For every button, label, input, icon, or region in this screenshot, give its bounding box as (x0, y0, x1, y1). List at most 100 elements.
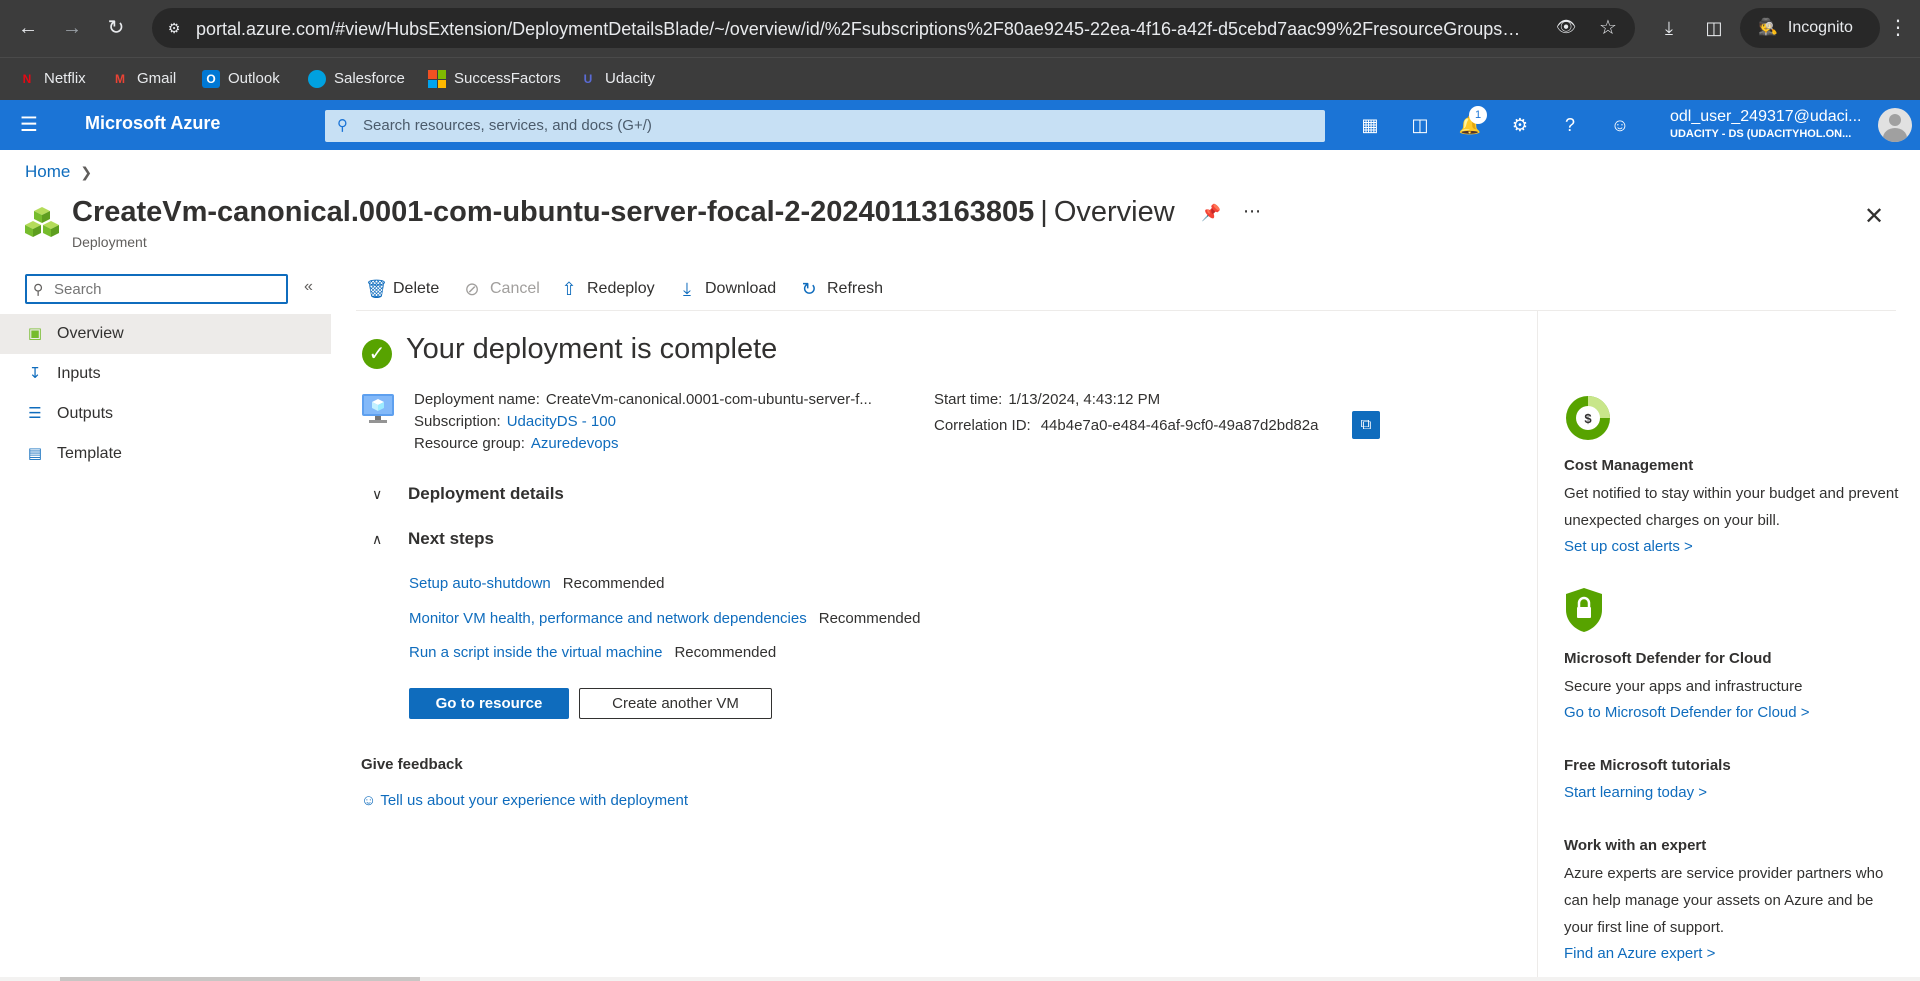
reload-icon[interactable]: ↻ (102, 14, 130, 42)
url-text[interactable]: portal.azure.com/#view/HubsExtension/Dep… (196, 19, 1526, 40)
hamburger-menu-icon[interactable]: ☰ (20, 113, 44, 137)
download-icon: ⤓ (683, 278, 691, 299)
redeploy-button[interactable]: ⇧ Redeploy (559, 278, 654, 300)
bookmark-gmail[interactable]: M Gmail (111, 67, 176, 91)
deployment-cubes-icon (25, 207, 59, 237)
start-time-row: Start time: 1/13/2024, 4:43:12 PM (934, 391, 1161, 408)
subscription-link[interactable]: UdacityDS - 100 (507, 413, 616, 430)
upload-icon: ⇧ (561, 278, 577, 299)
resource-group-link[interactable]: Azuredevops (531, 435, 619, 452)
feedback-icon[interactable]: ☺ (1608, 113, 1632, 137)
sidebar-item-inputs[interactable]: ↧ Inputs (0, 354, 331, 394)
azure-brand[interactable]: Microsoft Azure (85, 113, 220, 134)
cost-management-card: Cost Management Get notified to stay wit… (1564, 457, 1904, 555)
settings-gear-icon[interactable]: ⚙ (1508, 113, 1532, 137)
monitor-vm-health-link[interactable]: Monitor VM health, performance and netwo… (409, 610, 807, 627)
close-icon[interactable]: ✕ (1864, 202, 1884, 231)
deployment-status-title: Your deployment is complete (406, 333, 778, 365)
feedback-link[interactable]: ☺ Tell us about your experience with dep… (361, 792, 688, 809)
go-to-resource-button[interactable]: Go to resource (409, 688, 569, 719)
bookmark-udacity[interactable]: U Udacity (579, 67, 655, 91)
sidebar-item-template[interactable]: ▤ Template (0, 434, 331, 474)
defender-card: Microsoft Defender for Cloud Secure your… (1564, 650, 1904, 721)
search-icon: ⚲ (33, 281, 44, 297)
find-azure-expert-link[interactable]: Find an Azure expert > (1564, 945, 1904, 962)
run-script-link[interactable]: Run a script inside the virtual machine (409, 644, 662, 661)
next-steps-toggle[interactable]: ∧ Next steps (372, 529, 494, 549)
resource-menu-search[interactable]: ⚲ (25, 274, 288, 304)
copy-icon[interactable]: ⧉ (1352, 411, 1380, 439)
subscription-row: Subscription: UdacityDS - 100 (414, 413, 616, 430)
start-learning-link[interactable]: Start learning today > (1564, 784, 1904, 801)
forward-icon[interactable]: → (58, 14, 86, 42)
deployment-details-toggle[interactable]: ∨ Deployment details (372, 484, 564, 504)
browser-menu-icon[interactable]: ⋮ (1888, 14, 1908, 42)
horizontal-scrollbar[interactable] (0, 977, 1920, 981)
refresh-icon: ↻ (801, 278, 817, 299)
delete-button[interactable]: 🗑 Delete (365, 278, 439, 300)
back-icon[interactable]: ← (14, 14, 42, 42)
breadcrumb-home-link[interactable]: Home (25, 162, 70, 182)
bookmark-netflix[interactable]: N Netflix (18, 67, 86, 91)
avatar[interactable] (1878, 108, 1912, 142)
go-to-defender-link[interactable]: Go to Microsoft Defender for Cloud > (1564, 704, 1904, 721)
page-subtitle: Deployment (72, 234, 147, 250)
set-up-cost-alerts-link[interactable]: Set up cost alerts > (1564, 538, 1904, 555)
correlation-id-row: Correlation ID: 44b4e7a0-e484-46af-9cf0-4… (934, 417, 1319, 434)
account-tenant: UDACITY - DS (UDACITYHOL.ON... (1670, 128, 1852, 140)
azure-top-bar: ☰ Microsoft Azure ⚲ Search resources, se… (0, 100, 1920, 150)
resource-menu-search-input[interactable] (54, 279, 279, 299)
bookmark-salesforce[interactable]: Salesforce (308, 67, 405, 91)
feedback-person-icon: ☺ (361, 792, 377, 809)
bookmark-outlook[interactable]: O Outlook (202, 67, 280, 91)
bookmark-successfactors[interactable]: SuccessFactors (428, 67, 561, 91)
address-bar[interactable]: ⚙ portal.azure.com/#view/HubsExtension/D… (152, 8, 1635, 48)
eye-slash-icon[interactable]: 👁 (1554, 16, 1578, 40)
salesforce-icon (308, 70, 326, 88)
gmail-icon: M (115, 72, 125, 86)
bookmark-star-icon[interactable]: ☆ (1596, 16, 1620, 40)
directory-filter-icon[interactable]: ◫ (1408, 113, 1432, 137)
download-icon[interactable]: ⤓ (1655, 14, 1683, 42)
setup-auto-shutdown-link[interactable]: Setup auto-shutdown (409, 575, 551, 592)
cancel-button[interactable]: ⊘ Cancel (462, 278, 539, 300)
correlation-id-value: 44b4e7a0-e484-46af-9cf0-49a87d2bd82a (1040, 417, 1319, 434)
chevron-down-icon: ∨ (372, 485, 383, 502)
scrollbar-thumb[interactable] (60, 977, 420, 981)
right-panel-divider (1537, 311, 1538, 981)
more-options-icon[interactable]: ⋯ (1243, 201, 1261, 222)
collapse-menu-icon[interactable]: « (304, 278, 313, 296)
udacity-icon: U (583, 72, 593, 86)
trash-icon: 🗑 (365, 278, 388, 299)
tutorials-card: Free Microsoft tutorials Start learning … (1564, 757, 1904, 801)
site-info-icon[interactable]: ⚙ (164, 18, 184, 38)
account-user: odl_user_249317@udaci... (1670, 108, 1862, 125)
sidebar-item-overview[interactable]: ▣ Overview (0, 314, 331, 354)
chevron-right-icon: ❯ (80, 163, 93, 180)
cancel-circle-icon: ⊘ (464, 278, 480, 299)
overview-icon: ▣ (27, 325, 43, 342)
bookmarks-bar: N Netflix M Gmail O Outlook Salesforce Succ… (0, 57, 1920, 100)
expert-card: Work with an expert Azure experts are se… (1564, 837, 1904, 962)
pin-icon[interactable]: 📌 (1201, 203, 1223, 225)
svg-text:$: $ (1584, 411, 1592, 426)
breadcrumb: Home ❯ (25, 162, 92, 182)
outlook-icon: O (202, 70, 220, 88)
global-search-input[interactable]: ⚲ Search resources, services, and docs (… (325, 110, 1325, 142)
template-icon: ▤ (27, 445, 43, 462)
incognito-badge[interactable]: 🕵 Incognito (1740, 8, 1880, 48)
deployment-name-value: CreateVm-canonical.0001-com-ubuntu-serve… (545, 391, 872, 408)
success-check-icon: ✓ (362, 339, 392, 369)
side-panel-icon[interactable]: ◫ (1700, 14, 1728, 42)
virtual-machine-icon (362, 394, 394, 423)
give-feedback-heading: Give feedback (361, 756, 463, 773)
create-another-vm-button[interactable]: Create another VM (579, 688, 772, 719)
download-button[interactable]: ⤓ Download (677, 278, 776, 300)
browser-toolbar: ← → ↻ ⚙ portal.azure.com/#view/HubsExten… (0, 0, 1920, 57)
sidebar-item-outputs[interactable]: ☰ Outputs (0, 394, 331, 434)
account-info[interactable]: odl_user_249317@udaci... UDACITY - DS (U… (1670, 108, 1875, 140)
refresh-button[interactable]: ↻ Refresh (799, 278, 883, 300)
microsoft-icon (428, 70, 446, 88)
help-icon[interactable]: ? (1558, 113, 1582, 137)
cloud-shell-icon[interactable]: ▦ (1358, 113, 1382, 137)
